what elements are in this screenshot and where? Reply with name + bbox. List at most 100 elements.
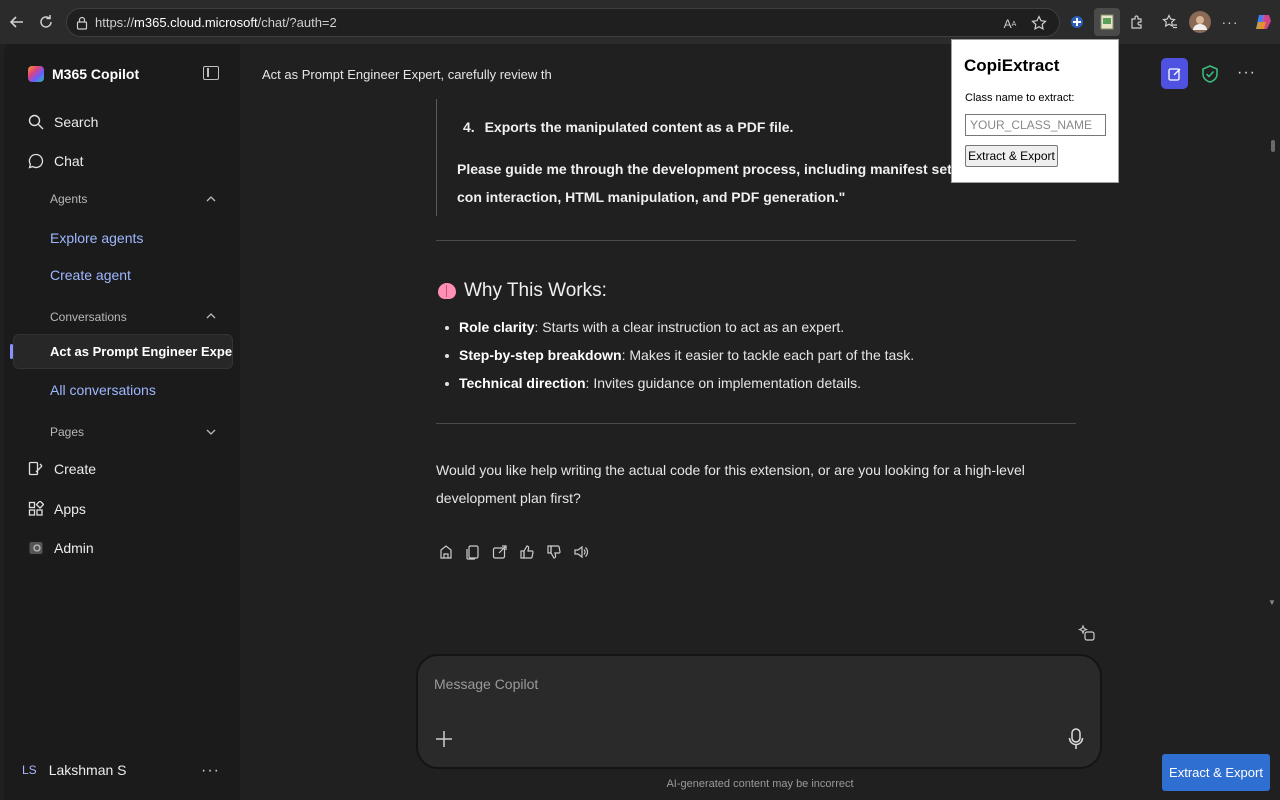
message-input[interactable] [434, 676, 1034, 692]
bullet-dot [445, 382, 449, 386]
collapse-sidebar-icon[interactable] [203, 66, 219, 80]
m365-logo-icon [28, 66, 44, 82]
search-icon [28, 114, 44, 130]
user-name: Lakshman S [48, 762, 127, 778]
chat-bubble-icon [28, 153, 44, 169]
copilot-icon[interactable] [1252, 11, 1274, 33]
extensions-puzzle-icon[interactable] [1126, 11, 1148, 33]
list-item-number: 4. [463, 119, 475, 135]
section-heading-text: Why This Works: [464, 280, 607, 301]
conversations-section-label: Conversations [50, 310, 127, 324]
sidebar-item-label: Admin [54, 540, 94, 556]
sidebar-item-label: Apps [54, 501, 86, 517]
thumbs-down-icon[interactable] [546, 544, 562, 560]
brain-emoji-icon [438, 283, 456, 299]
user-initials: LS [22, 763, 37, 777]
bullet-term: Step-by-step breakdown [459, 347, 622, 363]
sidebar-item-explore-agents[interactable]: Explore agents [50, 230, 143, 246]
new-chat-button[interactable] [1161, 58, 1188, 89]
sidebar-item-label: Chat [54, 153, 84, 169]
chevron-up-icon[interactable] [205, 310, 217, 322]
browser-toolbar: https://m365.cloud.microsoft/chat/?auth=… [0, 0, 1280, 44]
share-icon[interactable] [492, 544, 508, 560]
divider [436, 240, 1076, 241]
quoted-prompt-block: 4. Exports the manipulated content as a … [436, 99, 973, 216]
thumbs-up-icon[interactable] [519, 544, 535, 560]
copy-icon[interactable] [465, 544, 481, 560]
chevron-up-icon[interactable] [205, 193, 217, 205]
list-item-text: Exports the manipulated content as a PDF… [484, 119, 794, 135]
list-item: 4. Exports the manipulated content as a … [463, 119, 793, 135]
main-chat-area: Act as Prompt Engineer Expert, carefully… [240, 44, 1280, 800]
create-icon [28, 461, 43, 476]
assistant-closing-text: Would you like help writing the actual c… [436, 462, 1025, 506]
sidebar-item-admin[interactable]: Admin [28, 540, 94, 556]
url-host: m365.cloud.microsoft [134, 15, 258, 30]
extract-export-button[interactable]: Extract & Export [965, 145, 1058, 167]
sidebar: M365 Copilot Search Chat Agents Explore … [4, 44, 240, 800]
plus-icon[interactable] [435, 730, 453, 748]
popup-title: CopiExtract [964, 56, 1060, 75]
sidebar-item-label: Create [54, 461, 97, 477]
sidebar-item-create-agent[interactable]: Create agent [50, 267, 131, 283]
refresh-icon[interactable] [34, 10, 58, 34]
class-name-input[interactable] [965, 114, 1106, 136]
message-composer [416, 654, 1102, 769]
new-chat-icon [1167, 67, 1180, 81]
sidebar-item-label: Search [54, 114, 99, 130]
more-options-icon[interactable]: ··· [1237, 64, 1256, 82]
shield-check-icon[interactable] [1200, 64, 1220, 84]
divider [436, 423, 1076, 424]
browser-menu-icon[interactable]: ··· [1219, 11, 1241, 33]
pages-section-label: Pages [50, 425, 85, 439]
microphone-icon[interactable] [1068, 728, 1084, 750]
agents-section-label: Agents [50, 192, 88, 206]
quote-paragraph: Please guide me through the development … [457, 161, 973, 205]
profile-avatar-icon[interactable] [1189, 11, 1211, 33]
sparkle-icon[interactable] [1078, 624, 1096, 642]
extract-export-floating-button[interactable]: Extract & Export [1162, 754, 1270, 791]
brand[interactable]: M365 Copilot [28, 66, 139, 82]
list-item: Role clarity: Starts with a clear instru… [459, 319, 844, 335]
brand-label: M365 Copilot [52, 66, 140, 82]
bullet-dot [445, 326, 449, 330]
bullet-term: Role clarity [459, 319, 535, 335]
class-name-label: Class name to extract: [965, 92, 1075, 104]
sidebar-item-search[interactable]: Search [28, 114, 98, 130]
sidebar-item-active-conversation[interactable]: Act as Prompt Engineer Exper... [13, 334, 233, 369]
read-aloud-icon[interactable]: AA [1001, 15, 1019, 33]
bullet-text: : Starts with a clear instruction to act… [534, 319, 845, 335]
user-profile[interactable]: LS Lakshman S [22, 762, 127, 778]
sidebar-item-chat[interactable]: Chat [28, 153, 84, 169]
section-heading: Why This Works: [438, 280, 607, 302]
user-more-icon[interactable]: ··· [201, 762, 220, 780]
copiextract-popup: CopiExtract Class name to extract: Extra… [951, 39, 1119, 183]
admin-icon [29, 542, 43, 554]
bullet-dot [445, 354, 449, 358]
speaker-icon[interactable] [573, 544, 589, 560]
lock-icon [76, 16, 88, 33]
copiextract-extension-icon[interactable] [1094, 8, 1120, 36]
scroll-down-arrow-icon[interactable]: ▼ [1268, 598, 1276, 607]
favorites-icon[interactable] [1159, 11, 1181, 33]
list-item: Step-by-step breakdown: Makes it easier … [459, 347, 914, 363]
favorite-star-icon[interactable] [1030, 14, 1048, 32]
sidebar-item-all-conversations[interactable]: All conversations [50, 382, 156, 398]
chevron-down-icon[interactable] [205, 426, 217, 438]
back-icon[interactable] [5, 10, 29, 34]
chat-title: Act as Prompt Engineer Expert, carefully… [262, 67, 552, 82]
bullet-term: Technical direction [459, 375, 586, 391]
loop-icon[interactable] [438, 544, 454, 560]
url-path: /chat/?auth=2 [257, 15, 337, 30]
sidebar-item-create[interactable]: Create [28, 461, 96, 477]
scrollbar-thumb[interactable] [1271, 140, 1275, 152]
bullet-text: : Invites guidance on implementation det… [585, 375, 862, 391]
extension-blue-icon[interactable] [1066, 11, 1088, 33]
list-item: Technical direction: Invites guidance on… [459, 375, 861, 391]
address-bar[interactable]: https://m365.cloud.microsoft/chat/?auth=… [66, 8, 1060, 37]
sidebar-item-apps[interactable]: Apps [28, 501, 86, 517]
message-actions [438, 544, 589, 560]
url-prefix: https:// [95, 15, 135, 30]
disclaimer-text: AI-generated content may be incorrect [666, 778, 854, 790]
bullet-text: : Makes it easier to tackle each part of… [621, 347, 915, 363]
